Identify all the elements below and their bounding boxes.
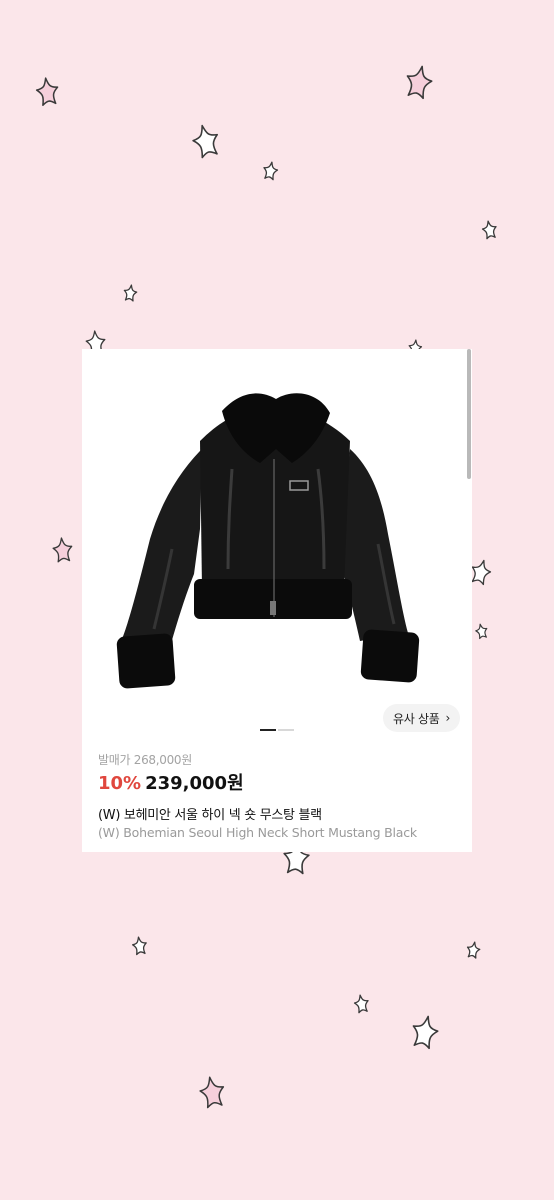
star-icon [35,77,60,106]
star-icon [404,64,435,99]
scrollbar[interactable] [467,349,471,479]
star-icon [475,623,489,639]
chevron-right-icon: › [445,711,450,725]
star-icon [52,537,73,562]
similar-products-label: 유사 상품 [393,711,440,726]
star-icon [481,220,497,239]
star-icon [410,1014,441,1049]
discount-rate: 10% [98,773,142,794]
carousel-indicator [260,729,294,731]
carousel-dot-active[interactable] [260,729,276,731]
star-icon [262,161,278,180]
star-icon [132,936,148,955]
product-name-korean[interactable]: (W) 보헤미안 서울 하이 넥 숏 무스탕 블랙 [98,804,322,823]
retail-price: 발매가 268,000원 [98,753,192,767]
star-icon [353,994,369,1013]
similar-products-button[interactable]: 유사 상품 › [383,704,460,732]
star-icon [123,284,137,301]
product-image[interactable] [82,349,472,744]
product-card[interactable]: 유사 상품 › 발매가 268,000원 10% 239,000원 (W) 보헤… [82,349,472,852]
star-icon [469,558,493,585]
price-row: 10% 239,000원 [98,769,244,795]
star-icon [198,1075,226,1108]
star-icon [190,123,222,159]
carousel-dot[interactable] [278,729,294,731]
sale-price: 239,000원 [145,773,244,794]
jacket-icon [116,393,420,689]
star-icon [466,941,481,958]
product-name-english[interactable]: (W) Bohemian Seoul High Neck Short Musta… [98,825,417,840]
